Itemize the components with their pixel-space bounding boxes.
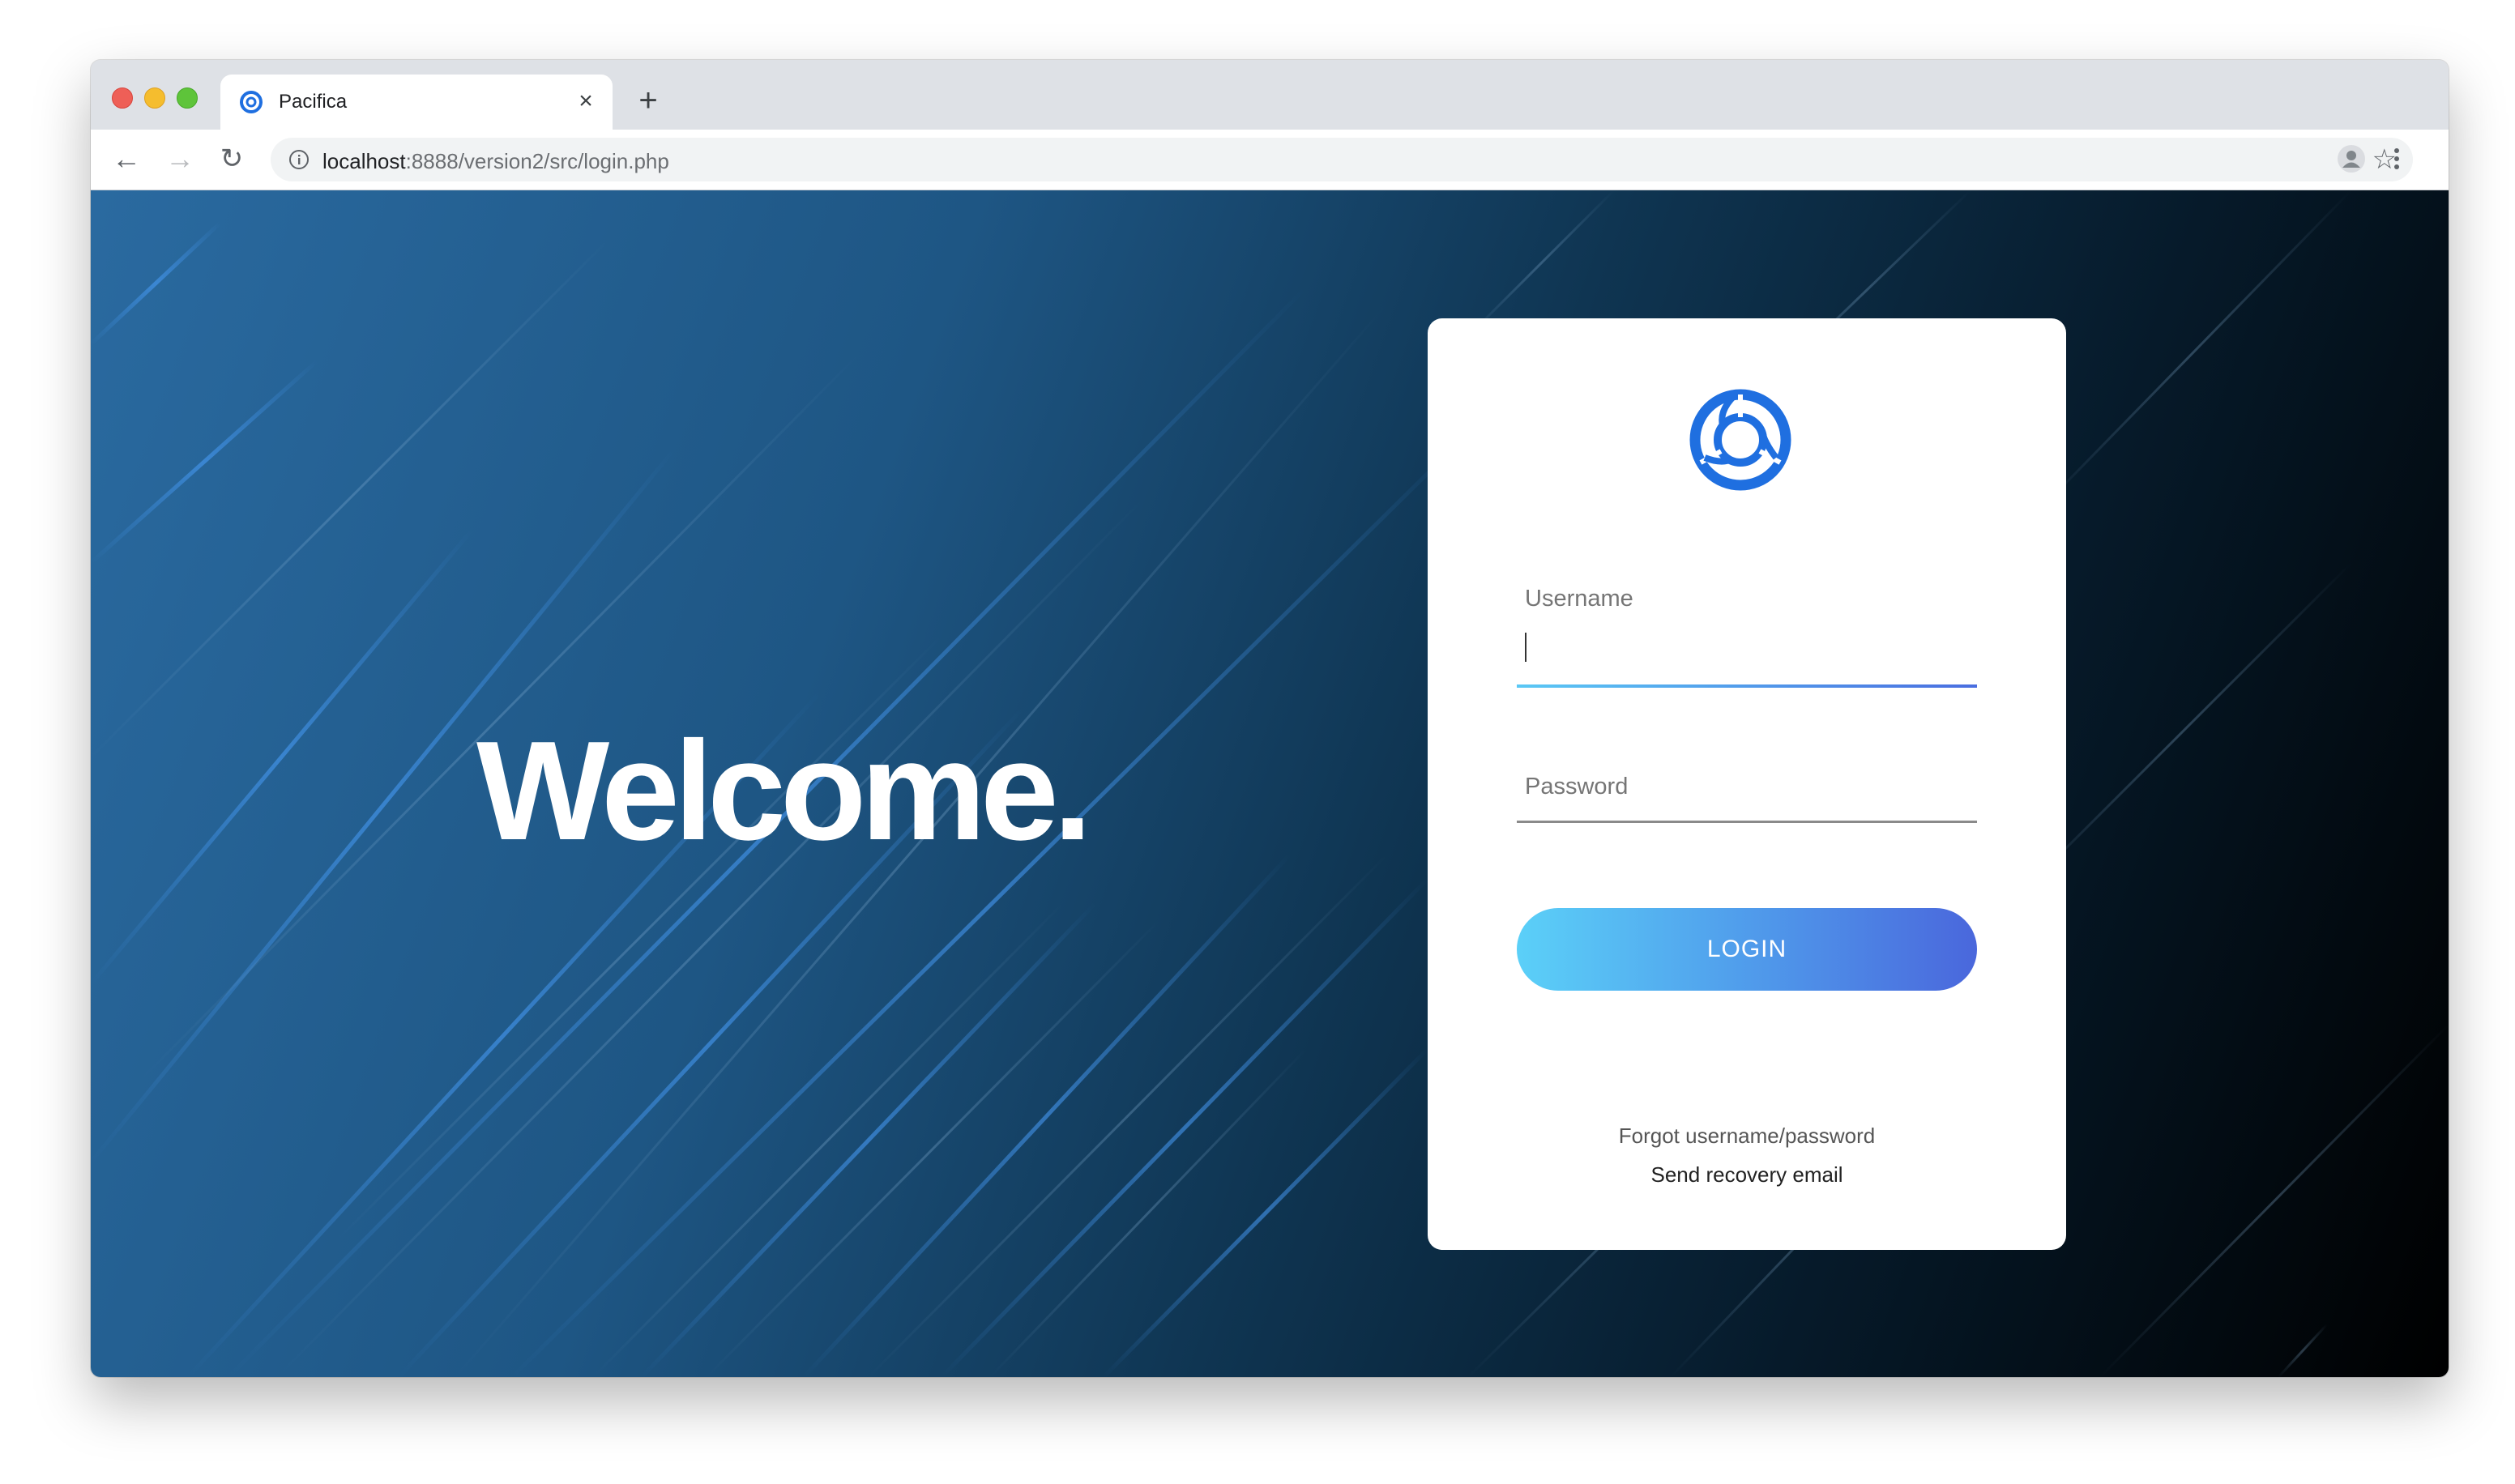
plus-icon[interactable]: + xyxy=(630,83,666,118)
page-content: Welcome. Username Password LOGIN Forgot … xyxy=(91,190,2449,1377)
tab-title: Pacifica xyxy=(279,91,348,113)
login-card: Username Password LOGIN Forgot username/… xyxy=(1428,318,2066,1250)
maximize-window-button[interactable] xyxy=(177,87,198,109)
background-streaks xyxy=(91,190,2449,1377)
address-bar[interactable]: localhost:8888/version2/src/login.php ☆ xyxy=(271,138,2413,181)
back-arrow-icon[interactable]: ← xyxy=(109,141,144,177)
pacifica-favicon-icon xyxy=(240,91,263,113)
username-label: Username xyxy=(1525,586,1633,612)
login-button[interactable]: LOGIN xyxy=(1517,908,1977,991)
reload-icon[interactable]: ↻ xyxy=(214,141,250,177)
forgot-credentials-text: Forgot username/password xyxy=(1618,1124,1876,1148)
username-input[interactable] xyxy=(1517,620,1980,670)
welcome-heading: Welcome. xyxy=(476,711,1092,869)
browser-toolbar: ← → ↻ localhost:8888/version2/src/login.… xyxy=(91,130,2449,190)
browser-window: Pacifica × + ← → ↻ localhost:8888/versio… xyxy=(91,60,2449,1377)
menu-icon[interactable] xyxy=(2389,141,2405,177)
url-text[interactable]: localhost:8888/version2/src/login.php xyxy=(322,149,669,174)
info-icon[interactable] xyxy=(287,147,311,172)
password-input[interactable] xyxy=(1517,803,1980,853)
browser-tab[interactable]: Pacifica × xyxy=(220,75,613,130)
forward-arrow-icon[interactable]: → xyxy=(162,141,198,177)
close-window-button[interactable] xyxy=(112,87,133,109)
minimize-window-button[interactable] xyxy=(144,87,165,109)
pacifica-logo-icon xyxy=(1689,389,1791,491)
password-underline xyxy=(1517,821,1977,823)
password-label: Password xyxy=(1525,774,1629,800)
username-underline xyxy=(1517,684,1977,688)
tab-strip: Pacifica × + xyxy=(91,60,2449,130)
url-path: :8888/version2/src/login.php xyxy=(405,149,669,173)
url-host: localhost xyxy=(322,149,406,173)
send-recovery-email-link[interactable]: Send recovery email xyxy=(1428,1162,2066,1188)
avatar-icon[interactable] xyxy=(2334,141,2369,177)
close-icon[interactable]: × xyxy=(572,87,600,115)
text-cursor xyxy=(1525,633,1527,662)
